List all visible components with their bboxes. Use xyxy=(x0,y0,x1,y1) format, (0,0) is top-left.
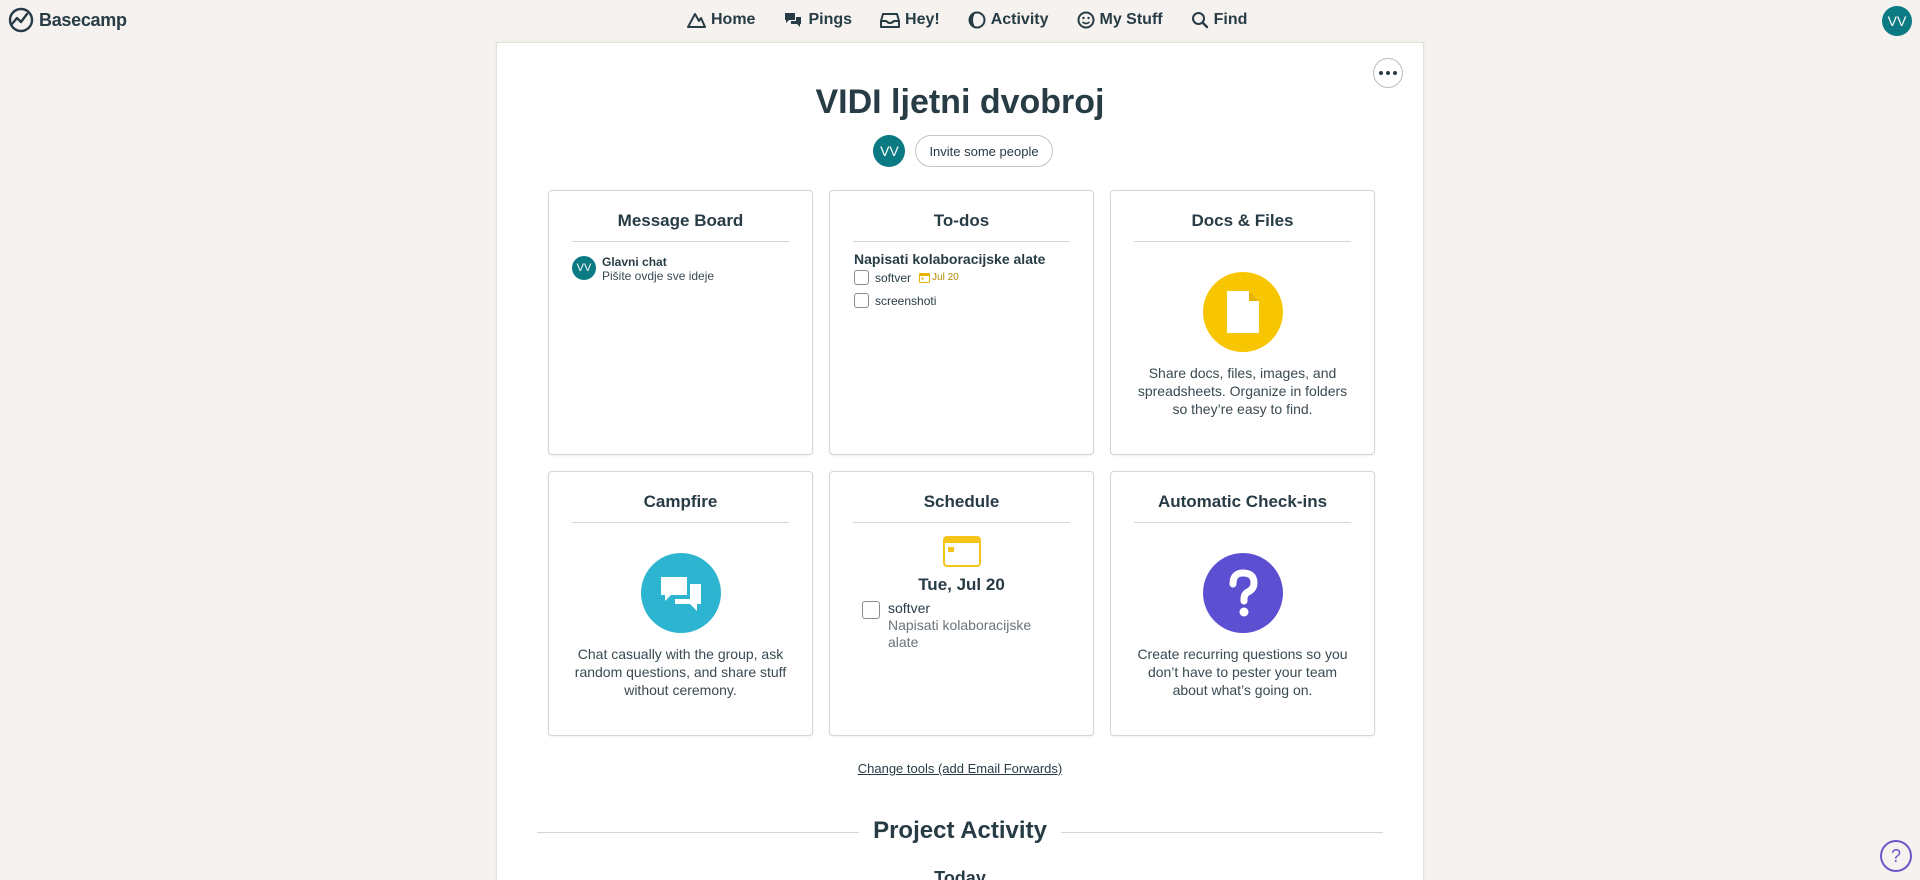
tool-todos[interactable]: To-dos Napisati kolaboracijske alate sof… xyxy=(829,190,1094,455)
question-mark-icon xyxy=(1203,553,1283,633)
event-checkbox[interactable] xyxy=(862,601,880,619)
help-button[interactable]: ? xyxy=(1880,840,1912,872)
divider xyxy=(1134,522,1351,523)
todo-checkbox[interactable] xyxy=(854,270,869,285)
nav-find[interactable]: Find xyxy=(1191,11,1248,29)
tool-campfire[interactable]: Campfire Chat casually with the group, a… xyxy=(548,471,813,736)
tool-docs-files[interactable]: Docs & Files Share docs, files, images, … xyxy=(1110,190,1375,455)
member-avatar[interactable]: VV xyxy=(873,135,906,167)
nav-find-label: Find xyxy=(1213,11,1248,28)
todo-item: softver Jul 20 xyxy=(854,270,959,285)
app-name: Basecamp xyxy=(39,9,127,30)
divider xyxy=(853,522,1070,523)
tool-title: Message Board xyxy=(617,211,744,230)
tool-message-board[interactable]: Message Board VV Glavni chat Pišite ovdj… xyxy=(548,190,813,455)
due-date: Jul 20 xyxy=(932,272,959,283)
moon-icon xyxy=(968,11,986,29)
todo-label[interactable]: softver xyxy=(875,271,911,285)
calendar-icon xyxy=(919,273,931,283)
user-avatar[interactable]: VV xyxy=(1882,6,1912,36)
inbox-icon xyxy=(880,13,901,28)
search-icon xyxy=(1191,12,1208,29)
event-title: softver xyxy=(888,600,931,616)
tool-title: Automatic Check-ins xyxy=(1157,492,1328,511)
nav-home[interactable]: Home xyxy=(686,11,755,29)
tool-title: Docs & Files xyxy=(1191,211,1294,230)
mountain-icon xyxy=(687,13,706,28)
message-item[interactable]: VV Glavni chat Pišite ovdje sve ideje xyxy=(572,255,714,283)
todo-item: screenshoti xyxy=(854,293,936,308)
nav-my-stuff-label: My Stuff xyxy=(1099,11,1163,28)
event-subtitle: Napisati kolaboracijske alate xyxy=(888,617,1032,650)
tool-title: Campfire xyxy=(643,492,718,511)
tool-title: Schedule xyxy=(923,492,1000,511)
todo-label[interactable]: screenshoti xyxy=(875,294,936,308)
main-nav: Home Pings Hey! Activity My Stuff Find xyxy=(686,8,1247,32)
tool-schedule[interactable]: Schedule Tue, Jul 20 softver Napisati ko… xyxy=(829,471,1094,736)
dot-icon xyxy=(1386,71,1390,75)
nav-my-stuff[interactable]: My Stuff xyxy=(1077,11,1163,29)
dot-icon xyxy=(1379,71,1383,75)
tool-description: Chat casually with the group, ask random… xyxy=(574,646,787,698)
tool-title: To-dos xyxy=(933,211,990,230)
nav-activity-label: Activity xyxy=(990,11,1049,28)
project-activity-header: Project Activity xyxy=(537,817,1383,847)
basecamp-logo[interactable]: Basecamp xyxy=(8,7,127,33)
avatar: VV xyxy=(572,256,596,280)
top-navigation: Basecamp Home Pings Hey! Activity My Stu… xyxy=(0,0,1920,40)
activity-day-label: Today xyxy=(934,868,986,880)
message-title: Glavni chat xyxy=(602,255,667,269)
document-icon xyxy=(1203,272,1283,352)
tool-description: Share docs, files, images, and spreadshe… xyxy=(1137,365,1348,417)
chat-bubbles-icon xyxy=(785,13,802,27)
message-excerpt: Pišite ovdje sve ideje xyxy=(602,269,715,283)
tool-description: Create recurring questions so you don’t … xyxy=(1137,646,1348,698)
project-title: VIDI ljetni dvobroj xyxy=(815,83,1105,121)
project-people: VV Invite some people xyxy=(497,135,1423,167)
divider xyxy=(572,522,789,523)
basecamp-logo-icon xyxy=(8,7,34,33)
calendar-icon xyxy=(943,536,981,567)
project-card: VIDI ljetni dvobroj VV Invite some peopl… xyxy=(496,42,1424,880)
invite-people-button[interactable]: Invite some people xyxy=(915,135,1053,167)
nav-home-label: Home xyxy=(711,11,756,28)
tool-automatic-checkins[interactable]: Automatic Check-ins Create recurring que… xyxy=(1110,471,1375,736)
divider xyxy=(853,241,1070,242)
divider xyxy=(1134,241,1351,242)
nav-hey[interactable]: Hey! xyxy=(880,11,940,29)
question-mark-icon: ? xyxy=(1890,845,1901,866)
schedule-date: Tue, Jul 20 xyxy=(918,575,1005,594)
project-activity-title: Project Activity xyxy=(859,817,1061,845)
nav-hey-label: Hey! xyxy=(905,11,940,28)
campfire-chat-icon xyxy=(641,553,721,633)
change-tools-link[interactable]: Change tools (add Email Forwards) xyxy=(497,761,1423,776)
nav-pings-label: Pings xyxy=(808,11,853,28)
due-date-badge: Jul 20 xyxy=(919,272,959,283)
divider xyxy=(572,241,789,242)
todo-checkbox[interactable] xyxy=(854,293,869,308)
dot-icon xyxy=(1393,71,1397,75)
nav-activity[interactable]: Activity xyxy=(968,11,1049,29)
schedule-event[interactable]: softver Napisati kolaboracijske alate xyxy=(862,600,1058,651)
todo-list-title[interactable]: Napisati kolaboracijske alate xyxy=(854,251,1045,267)
smiley-icon xyxy=(1077,11,1094,29)
nav-pings[interactable]: Pings xyxy=(783,11,852,29)
